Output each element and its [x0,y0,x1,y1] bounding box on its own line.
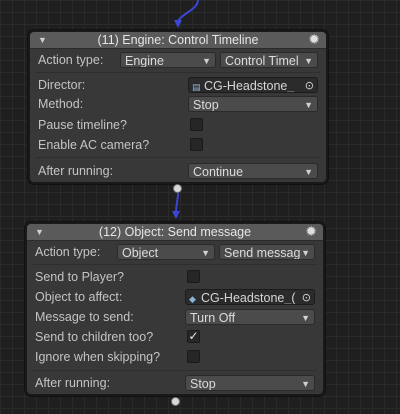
node-title: (12) Object: Send message [98,225,252,239]
director-value: CG-Headstone_ [204,79,295,93]
check-icon: ✓ [188,329,199,343]
divider [36,157,320,158]
object-to-affect-value: CG-Headstone_( [201,291,296,305]
action-type-label: Action type: [38,53,104,67]
divider [36,72,320,73]
after-running-label: After running: [38,164,114,178]
action-subtype-dropdown[interactable]: Send messag ▼ [219,244,315,260]
node-header[interactable]: ▼ (11) Engine: Control Timeline ✹ [30,31,326,49]
action-subtype-value: Send messag [224,246,301,260]
send-to-children-label: Send to children too? [35,330,154,344]
director-object-field[interactable]: ▤ CG-Headstone_ ⊙ [188,77,318,93]
action-node-control-timeline[interactable]: ▼ (11) Engine: Control Timeline ✹ Action… [28,30,328,184]
after-running-value: Stop [190,377,216,391]
message-to-send-value: Turn Off [190,311,236,325]
enable-camera-checkbox[interactable] [190,138,203,151]
action-type-dropdown[interactable]: Engine ▼ [120,52,216,68]
after-running-dropdown[interactable]: Continue ▼ [188,163,318,179]
action-type-label: Action type: [35,245,101,259]
object-to-affect-field[interactable]: ◆ CG-Headstone_( ⊙ [185,289,315,305]
object-to-affect-label: Object to affect: [35,290,123,304]
ignore-when-skipping-checkbox[interactable] [187,350,200,363]
action-subtype-dropdown[interactable]: Control Timel ▼ [220,52,318,68]
fold-icon[interactable]: ▼ [38,32,47,48]
object-picker-icon[interactable]: ⊙ [302,290,311,304]
connecting-wire-arrow [172,211,180,219]
action-subtype-value: Control Timel [225,54,299,68]
fold-icon[interactable]: ▼ [35,224,44,240]
action-node-send-message[interactable]: ▼ (12) Object: Send message ✹ Action typ… [25,222,325,396]
method-label: Method: [38,97,84,111]
after-running-label: After running: [35,376,111,390]
ignore-when-skipping-label: Ignore when skipping? [35,350,161,364]
object-picker-icon[interactable]: ⊙ [305,78,314,92]
chevron-down-icon: ▼ [304,167,313,177]
chevron-down-icon: ▼ [301,379,310,389]
method-value: Stop [193,98,219,112]
output-socket[interactable] [171,397,180,406]
divider [33,264,317,265]
director-label: Director: [38,78,86,92]
node-title: (11) Engine: Control Timeline [97,33,259,47]
after-running-dropdown[interactable]: Stop ▼ [185,375,315,391]
gear-icon[interactable]: ✹ [308,31,320,47]
node-header[interactable]: ▼ (12) Object: Send message ✹ [27,223,323,241]
output-socket[interactable] [173,184,182,193]
incoming-wire [177,0,199,23]
chevron-down-icon: ▼ [202,56,211,66]
cube-icon: ◆ [189,294,196,304]
message-to-send-dropdown[interactable]: Turn Off ▼ [185,309,315,325]
action-type-value: Engine [125,54,164,68]
send-to-children-checkbox[interactable]: ✓ [187,330,200,343]
action-type-dropdown[interactable]: Object ▼ [117,244,215,260]
method-dropdown[interactable]: Stop ▼ [188,96,318,112]
gear-icon[interactable]: ✹ [305,223,317,239]
chevron-down-icon: ▼ [201,248,210,258]
incoming-wire-arrow [174,20,182,28]
pause-timeline-label: Pause timeline? [38,118,127,132]
connecting-wire [175,192,179,214]
divider [33,370,317,371]
after-running-value: Continue [193,165,244,179]
action-type-value: Object [122,246,159,260]
chevron-down-icon: ▼ [304,100,313,110]
message-to-send-label: Message to send: [35,310,134,324]
director-icon: ▤ [192,82,201,92]
send-to-player-label: Send to Player? [35,270,124,284]
chevron-down-icon: ▼ [301,248,310,258]
graph-canvas[interactable]: ▼ (11) Engine: Control Timeline ✹ Action… [0,0,400,414]
pause-timeline-checkbox[interactable] [190,118,203,131]
chevron-down-icon: ▼ [301,313,310,323]
chevron-down-icon: ▼ [304,56,313,66]
send-to-player-checkbox[interactable] [187,270,200,283]
enable-camera-label: Enable AC camera? [38,138,150,152]
